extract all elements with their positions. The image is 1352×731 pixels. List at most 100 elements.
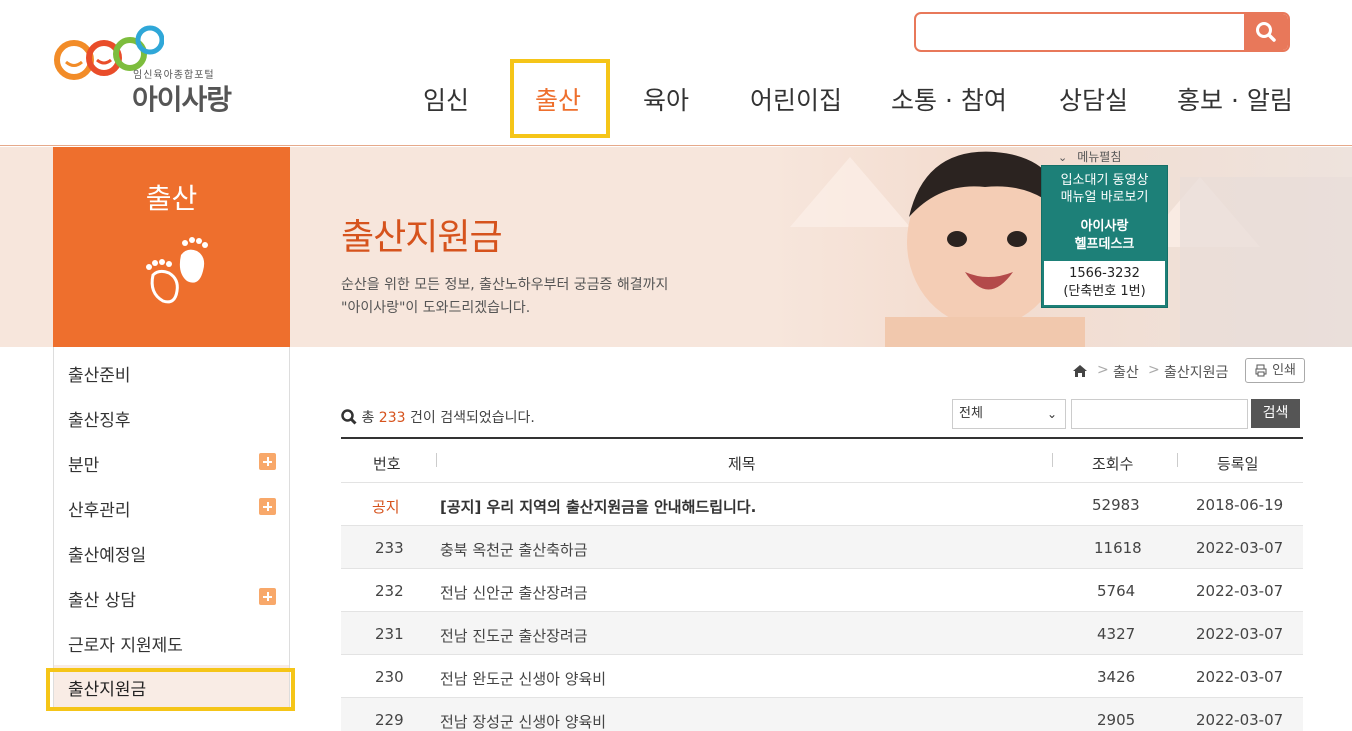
gnb-item-daycare[interactable]: 어린이집: [750, 76, 842, 126]
row-views: 52983: [1092, 496, 1140, 514]
page-description: 순산을 위한 모든 정보, 출산노하우부터 궁금증 해결까지 "아이사랑"이 도…: [341, 274, 668, 320]
lnb-item-birth-counsel[interactable]: 출산 상담: [68, 586, 136, 611]
video-manual-line-1: 입소대기 동영상: [1060, 173, 1149, 188]
lnb-item-postpartum[interactable]: 산후관리: [68, 496, 131, 521]
gnb-item-pregnancy[interactable]: 임신: [423, 76, 469, 126]
breadcrumb-level2[interactable]: 출산지원금: [1164, 362, 1228, 382]
table-row[interactable]: 229 전남 장성군 신생아 양육비 2905 2022-03-07: [341, 697, 1303, 731]
table-top-border: [341, 437, 1303, 439]
count-prefix: 총: [361, 410, 375, 426]
th-views: 조회수: [1092, 455, 1134, 473]
search-button[interactable]: [1244, 14, 1288, 50]
lnb-item-prepare[interactable]: 출산준비: [68, 361, 131, 386]
row-title[interactable]: 전남 완도군 신생아 양육비: [440, 668, 606, 689]
table-row[interactable]: 230 전남 완도군 신생아 양육비 3426 2022-03-07: [341, 654, 1303, 697]
row-date: 2022-03-07: [1196, 582, 1284, 600]
search-filter-select[interactable]: 전체 ⌄: [952, 399, 1066, 429]
row-views: 2905: [1097, 711, 1136, 729]
row-title[interactable]: 전남 진도군 출산장려금: [440, 625, 588, 646]
row-date: 2018-06-19: [1196, 496, 1284, 514]
lnb-item-worker-support[interactable]: 근로자 지원제도: [68, 631, 183, 656]
table-row[interactable]: 231 전남 진도군 출산장려금 4327 2022-03-07: [341, 611, 1303, 654]
search-icon: [1256, 22, 1276, 42]
count-number: 233: [378, 410, 406, 426]
th-number: 번호: [373, 455, 401, 473]
row-number: 공지: [372, 498, 400, 516]
gnb-item-childcare[interactable]: 육아: [643, 76, 689, 126]
row-date: 2022-03-07: [1196, 668, 1284, 686]
row-number: 230: [375, 668, 404, 686]
lnb-active-highlight: [46, 668, 295, 711]
chevron-down-icon: ⌄: [1046, 407, 1057, 421]
result-count: 총 233 건이 검색되었습니다.: [341, 407, 535, 427]
row-views: 4327: [1097, 625, 1136, 643]
row-views: 3426: [1097, 668, 1136, 686]
site-search: [914, 12, 1290, 52]
th-divider: [1052, 453, 1053, 467]
home-icon[interactable]: [1072, 364, 1088, 378]
row-number: 233: [375, 539, 404, 557]
row-date: 2022-03-07: [1196, 539, 1284, 557]
expand-plus-icon[interactable]: [259, 453, 276, 470]
search-input[interactable]: [916, 14, 1246, 50]
row-views: 11618: [1094, 539, 1142, 557]
search-icon: [341, 409, 357, 425]
search-filter-value: 전체: [959, 406, 983, 421]
row-date: 2022-03-07: [1196, 625, 1284, 643]
menu-open-toggle[interactable]: ⌄ 메뉴펼침: [1058, 148, 1121, 165]
printer-icon: [1255, 364, 1267, 377]
th-divider: [436, 453, 437, 467]
chevron-down-icon: ⌄: [1058, 151, 1068, 164]
gnb-item-counseling[interactable]: 상담실: [1059, 76, 1128, 126]
row-views: 5764: [1097, 582, 1136, 600]
video-manual-link[interactable]: 입소대기 동영상 매뉴얼 바로보기: [1042, 172, 1167, 206]
row-title[interactable]: 전남 신안군 출산장려금: [440, 582, 588, 603]
gnb-active-highlight: [510, 59, 610, 138]
breadcrumb-level1[interactable]: 출산: [1113, 362, 1139, 382]
top-quick-icons: [1200, 0, 1300, 15]
helpdesk-title-line-2: 헬프데스크: [1074, 237, 1135, 252]
site-logo[interactable]: 임신육아종합포털 아이사랑: [52, 22, 252, 116]
expand-plus-icon[interactable]: [259, 588, 276, 605]
count-suffix: 건이 검색되었습니다.: [409, 410, 535, 426]
th-title: 제목: [728, 455, 756, 473]
helpdesk-phone: 1566-3232 (단축번호 1번): [1044, 261, 1165, 305]
helpdesk-phone-note: (단축번호 1번): [1063, 284, 1146, 299]
helpdesk-banner[interactable]: 입소대기 동영상 매뉴얼 바로보기 아이사랑 헬프데스크 1566-3232 (…: [1041, 165, 1168, 308]
page: 임신육아종합포털 아이사랑 임신 출산 육아 어린이집 소통 · 참여 상담실 …: [0, 0, 1352, 731]
search-submit-button[interactable]: 검색: [1251, 399, 1300, 428]
th-date: 등록일: [1217, 455, 1259, 473]
video-manual-line-2: 매뉴얼 바로보기: [1060, 190, 1149, 205]
row-date: 2022-03-07: [1196, 711, 1284, 729]
row-title[interactable]: 충북 옥천군 출산축하금: [440, 539, 588, 560]
gnb-item-community[interactable]: 소통 · 참여: [891, 76, 1007, 126]
site-header: 임신육아종합포털 아이사랑 임신 출산 육아 어린이집 소통 · 참여 상담실 …: [0, 0, 1352, 146]
lnb-item-due-date[interactable]: 출산예정일: [68, 541, 146, 566]
table-row[interactable]: 232 전남 신안군 출산장려금 5764 2022-03-07: [341, 568, 1303, 611]
breadcrumb-separator: >: [1097, 362, 1109, 378]
baby-feet-icon: [146, 237, 208, 304]
helpdesk-phone-number: 1566-3232: [1069, 266, 1140, 281]
row-title[interactable]: 전남 장성군 신생아 양육비: [440, 711, 606, 731]
expand-plus-icon[interactable]: [259, 498, 276, 515]
table-row[interactable]: 공지 [공지] 우리 지역의 출산지원금을 안내해드립니다. 52983 201…: [341, 482, 1303, 525]
helpdesk-title-line-1: 아이사랑: [1080, 219, 1129, 234]
keyword-input[interactable]: [1071, 399, 1248, 429]
breadcrumb-separator: >: [1148, 362, 1160, 378]
row-number: 229: [375, 711, 404, 729]
print-button[interactable]: 인쇄: [1245, 358, 1305, 383]
row-number: 231: [375, 625, 404, 643]
page-description-line-1: 순산을 위한 모든 정보, 출산노하우부터 궁금증 해결까지: [341, 277, 669, 293]
print-label: 인쇄: [1272, 363, 1296, 378]
gnb-item-promotion[interactable]: 홍보 · 알림: [1177, 76, 1293, 126]
lnb-item-signs[interactable]: 출산징후: [68, 406, 131, 431]
page-title: 출산지원금: [341, 217, 503, 258]
lnb-item-delivery[interactable]: 분만: [68, 451, 99, 476]
section-banner: 출산: [53, 147, 290, 347]
page-description-line-2: "아이사랑"이 도와드리겠습니다.: [341, 300, 531, 316]
logo-title: 아이사랑: [132, 83, 232, 116]
table-row[interactable]: 233 충북 옥천군 출산축하금 11618 2022-03-07: [341, 525, 1303, 568]
row-title[interactable]: [공지] 우리 지역의 출산지원금을 안내해드립니다.: [440, 496, 756, 517]
helpdesk-title: 아이사랑 헬프데스크: [1042, 218, 1167, 254]
left-nav: 출산준비 출산징후 분만 산후관리 출산예정일 출산 상담 근로자 지원제도: [53, 347, 290, 665]
